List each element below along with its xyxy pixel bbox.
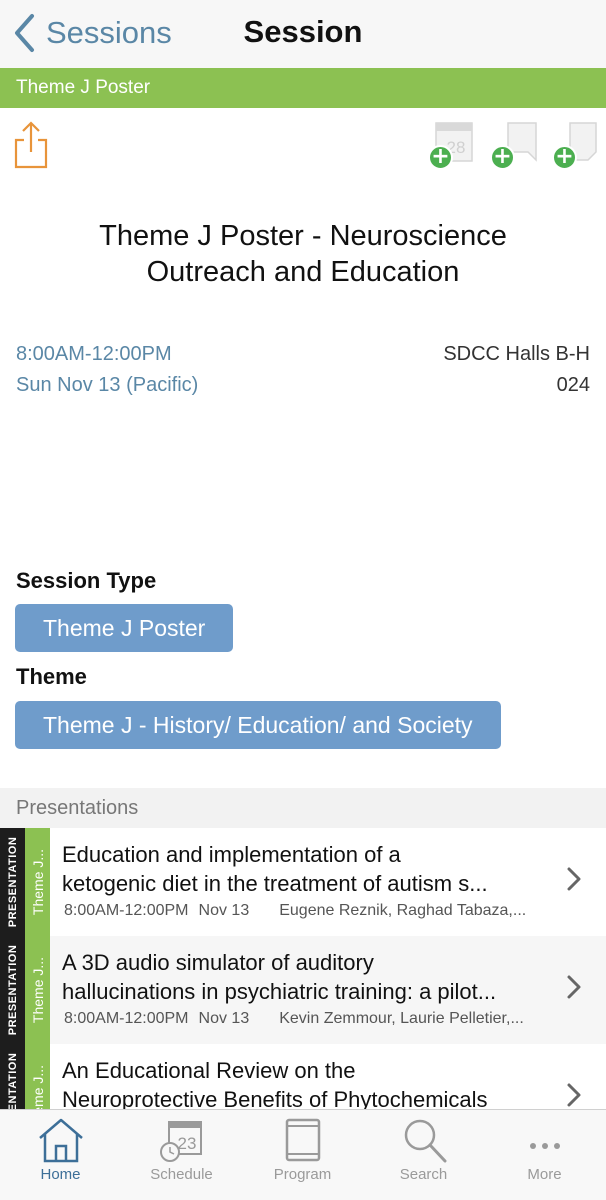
session-title-line: Outreach and Education bbox=[146, 256, 460, 288]
presentation-theme-label: Theme J... bbox=[25, 1044, 50, 1109]
more-icon bbox=[529, 1143, 560, 1149]
search-icon bbox=[404, 1119, 446, 1163]
session-type-tag[interactable]: Theme J Poster bbox=[15, 604, 234, 652]
add-to-calendar-button[interactable]: 28 + bbox=[428, 120, 478, 170]
schedule-icon: 23 bbox=[159, 1121, 202, 1162]
session-type-banner: Theme J Poster bbox=[0, 68, 606, 108]
plus-icon: + bbox=[552, 145, 577, 170]
presentations-heading: Presentations bbox=[0, 788, 606, 828]
presentation-meta: 8:00AM-12:00PM Nov 13 Eugene Reznik, Ragha… bbox=[64, 902, 599, 920]
presentation-time: 8:00AM-12:00PM bbox=[64, 1010, 189, 1027]
tab-bar: Home 23 Schedule Program Search More bbox=[0, 1109, 606, 1200]
chevron-right-icon bbox=[567, 975, 581, 999]
home-icon bbox=[38, 1118, 83, 1163]
presentation-meta: 8:00AM-12:00PM Nov 13 Kevin Zemmour, Lauri… bbox=[64, 1010, 599, 1028]
session-room: 024 bbox=[556, 374, 590, 396]
tab-label: Home bbox=[40, 1166, 81, 1183]
tab-label: More bbox=[527, 1166, 562, 1183]
presentation-authors: Kevin Zemmour, Laurie Pelletier,... bbox=[279, 1010, 524, 1027]
presentation-title: An Educational Review on the Neuroprotec… bbox=[62, 1058, 488, 1109]
page-title: Session bbox=[243, 14, 363, 49]
schedule-day: 23 bbox=[177, 1134, 196, 1153]
presentation-theme-label: Theme J... bbox=[25, 936, 50, 1044]
add-bookmark-button[interactable]: + bbox=[490, 120, 540, 170]
tab-search[interactable]: Search bbox=[363, 1110, 484, 1200]
theme-tag[interactable]: Theme J - History/ Education/ and Societ… bbox=[15, 701, 501, 749]
share-icon bbox=[14, 121, 48, 169]
tab-schedule[interactable]: 23 Schedule bbox=[121, 1110, 242, 1200]
tab-program[interactable]: Program bbox=[242, 1110, 363, 1200]
plus-icon: + bbox=[428, 145, 453, 170]
presentation-item[interactable]: PRESENTATION Theme J... Education and im… bbox=[0, 828, 606, 936]
tab-label: Schedule bbox=[150, 1166, 213, 1183]
session-title: Theme J Poster - Neuroscience Outreach a… bbox=[40, 218, 566, 290]
session-type-heading: Session Type bbox=[16, 568, 157, 593]
presentation-item[interactable]: PRESENTATION Theme J... An Educational R… bbox=[0, 1044, 606, 1109]
plus-icon: + bbox=[490, 145, 515, 170]
program-icon bbox=[285, 1118, 320, 1162]
session-date: Sun Nov 13 (Pacific) bbox=[16, 374, 199, 396]
theme-heading: Theme bbox=[16, 664, 87, 689]
chevron-right-icon bbox=[567, 1083, 581, 1107]
presentation-date: Nov 13 bbox=[198, 902, 250, 919]
session-location: SDCC Halls B-H bbox=[443, 343, 590, 365]
presentation-time: 8:00AM-12:00PM bbox=[64, 902, 189, 919]
presentation-type-label: PRESENTATION bbox=[0, 936, 25, 1044]
add-note-button[interactable]: + bbox=[552, 120, 602, 170]
presentation-date: Nov 13 bbox=[198, 1010, 250, 1027]
session-title-line: Theme J Poster - Neuroscience bbox=[99, 220, 507, 252]
tab-label: Program bbox=[273, 1166, 332, 1183]
presentation-title: A 3D audio simulator of auditory halluci… bbox=[62, 950, 497, 1004]
presentation-theme-label: Theme J... bbox=[25, 828, 50, 936]
presentation-item[interactable]: PRESENTATION Theme J... A 3D audio simul… bbox=[0, 936, 606, 1044]
chevron-right-icon bbox=[567, 867, 581, 891]
share-button[interactable] bbox=[13, 120, 49, 175]
navigation-bar: Sessions Session bbox=[0, 0, 606, 68]
tab-more[interactable]: More bbox=[484, 1110, 605, 1200]
presentation-authors: Eugene Reznik, Raghad Tabaza,... bbox=[279, 902, 527, 919]
presentation-type-label: PRESENTATION bbox=[0, 1044, 25, 1109]
presentations-list: PRESENTATION Theme J... Education and im… bbox=[0, 828, 606, 1109]
presentation-title: Education and implementation of a ketoge… bbox=[62, 842, 488, 896]
tab-label: Search bbox=[399, 1166, 448, 1183]
session-time: 8:00AM-12:00PM bbox=[16, 343, 172, 365]
tab-home[interactable]: Home bbox=[0, 1110, 121, 1200]
presentation-type-label: PRESENTATION bbox=[0, 828, 25, 936]
